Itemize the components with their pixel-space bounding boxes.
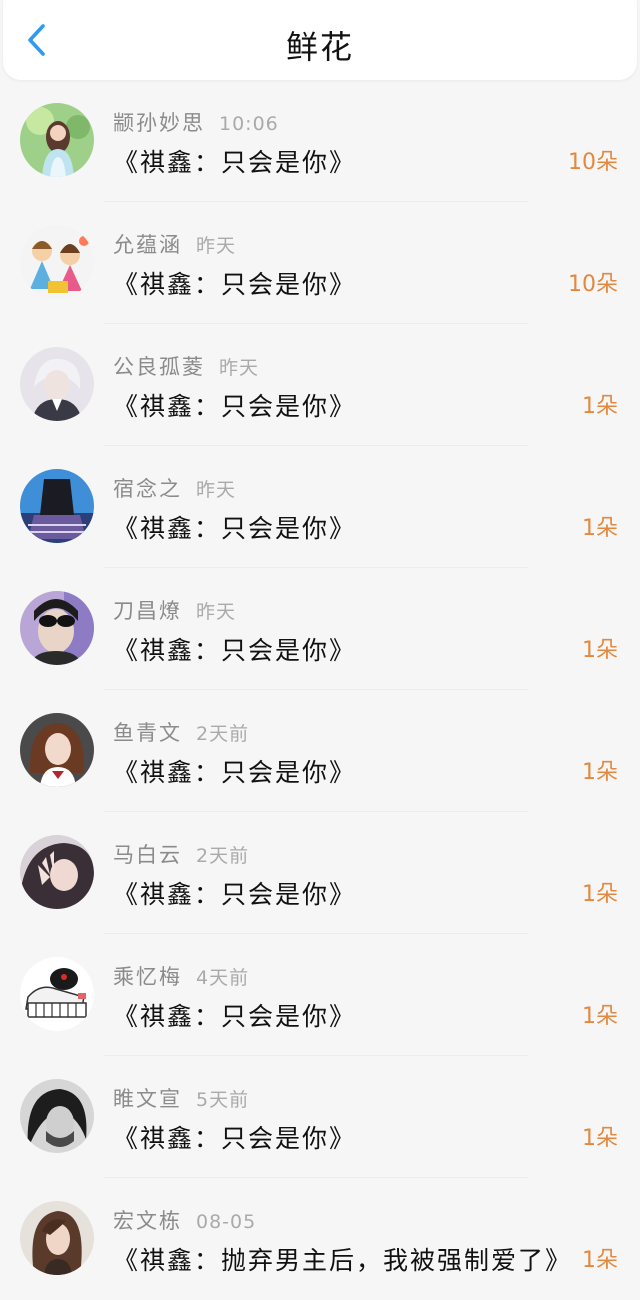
list-item[interactable]: 宏文栋 08-05 《祺鑫：抛弃男主后，我被强制爱了》 1朵 — [0, 1178, 640, 1300]
flower-count: 1朵 — [582, 1248, 618, 1273]
timestamp: 4天前 — [196, 967, 250, 989]
flower-count: 1朵 — [582, 1126, 618, 1151]
flower-count: 1朵 — [582, 882, 618, 907]
book-title: 《祺鑫：只会是你》 — [113, 392, 357, 421]
avatar[interactable] — [20, 835, 94, 909]
book-title: 《祺鑫：只会是你》 — [113, 148, 357, 177]
user-name: 鱼青文 — [113, 721, 182, 745]
timestamp: 昨天 — [219, 357, 260, 379]
avatar[interactable] — [20, 713, 94, 787]
book-title: 《祺鑫：只会是你》 — [113, 514, 357, 543]
top-bar: 鲜花 — [3, 0, 637, 80]
book-title: 《祺鑫：抛弃男主后，我被强制爱了》 — [113, 1246, 573, 1275]
flower-count: 1朵 — [582, 394, 618, 419]
book-title: 《祺鑫：只会是你》 — [113, 270, 357, 299]
list-item[interactable]: 宿念之 昨天 《祺鑫：只会是你》 1朵 — [0, 446, 640, 568]
list-item[interactable]: 颛孙妙思 10:06 《祺鑫：只会是你》 10朵 — [0, 80, 640, 202]
timestamp: 昨天 — [196, 235, 237, 257]
avatar[interactable] — [20, 103, 94, 177]
user-name: 睢文宣 — [113, 1087, 182, 1111]
avatar[interactable] — [20, 469, 94, 543]
list-item[interactable]: 公良孤菱 昨天 《祺鑫：只会是你》 1朵 — [0, 324, 640, 446]
list-item[interactable]: 乘忆梅 4天前 《祺鑫：只会是你》 1朵 — [0, 934, 640, 1056]
user-name: 公良孤菱 — [113, 355, 205, 379]
list-item[interactable]: 睢文宣 5天前 《祺鑫：只会是你》 1朵 — [0, 1056, 640, 1178]
flower-record-list: 颛孙妙思 10:06 《祺鑫：只会是你》 10朵 允蕴涵 昨天 《祺鑫：只会是你》 … — [0, 80, 640, 1300]
book-title: 《祺鑫：只会是你》 — [113, 1124, 357, 1153]
timestamp: 10:06 — [219, 113, 279, 135]
user-name: 颛孙妙思 — [113, 111, 205, 135]
timestamp: 昨天 — [196, 479, 237, 501]
timestamp: 昨天 — [196, 601, 237, 623]
flower-count: 1朵 — [582, 638, 618, 663]
book-title: 《祺鑫：只会是你》 — [113, 1002, 357, 1031]
book-title: 《祺鑫：只会是你》 — [113, 636, 357, 665]
flower-count: 10朵 — [568, 150, 618, 175]
chevron-left-icon — [28, 24, 45, 56]
book-title: 《祺鑫：只会是你》 — [113, 880, 357, 909]
avatar[interactable] — [20, 225, 94, 299]
avatar[interactable] — [20, 1079, 94, 1153]
book-title: 《祺鑫：只会是你》 — [113, 758, 357, 787]
list-item[interactable]: 允蕴涵 昨天 《祺鑫：只会是你》 10朵 — [0, 202, 640, 324]
flower-count: 1朵 — [582, 1004, 618, 1029]
timestamp: 2天前 — [196, 845, 250, 867]
user-name: 马白云 — [113, 843, 182, 867]
flower-count: 1朵 — [582, 516, 618, 541]
user-name: 宏文栋 — [113, 1209, 182, 1233]
timestamp: 2天前 — [196, 723, 250, 745]
user-name: 乘忆梅 — [113, 965, 182, 989]
timestamp: 08-05 — [196, 1211, 257, 1233]
list-item[interactable]: 刀昌燎 昨天 《祺鑫：只会是你》 1朵 — [0, 568, 640, 690]
flower-count: 1朵 — [582, 760, 618, 785]
avatar[interactable] — [20, 1201, 94, 1275]
user-name: 宿念之 — [113, 477, 182, 501]
list-item[interactable]: 鱼青文 2天前 《祺鑫：只会是你》 1朵 — [0, 690, 640, 812]
avatar[interactable] — [20, 347, 94, 421]
user-name: 刀昌燎 — [113, 599, 182, 623]
flower-count: 10朵 — [568, 272, 618, 297]
user-name: 允蕴涵 — [113, 233, 182, 257]
list-item[interactable]: 马白云 2天前 《祺鑫：只会是你》 1朵 — [0, 812, 640, 934]
avatar[interactable] — [20, 957, 94, 1031]
timestamp: 5天前 — [196, 1089, 250, 1111]
back-button[interactable] — [17, 20, 57, 60]
avatar[interactable] — [20, 591, 94, 665]
